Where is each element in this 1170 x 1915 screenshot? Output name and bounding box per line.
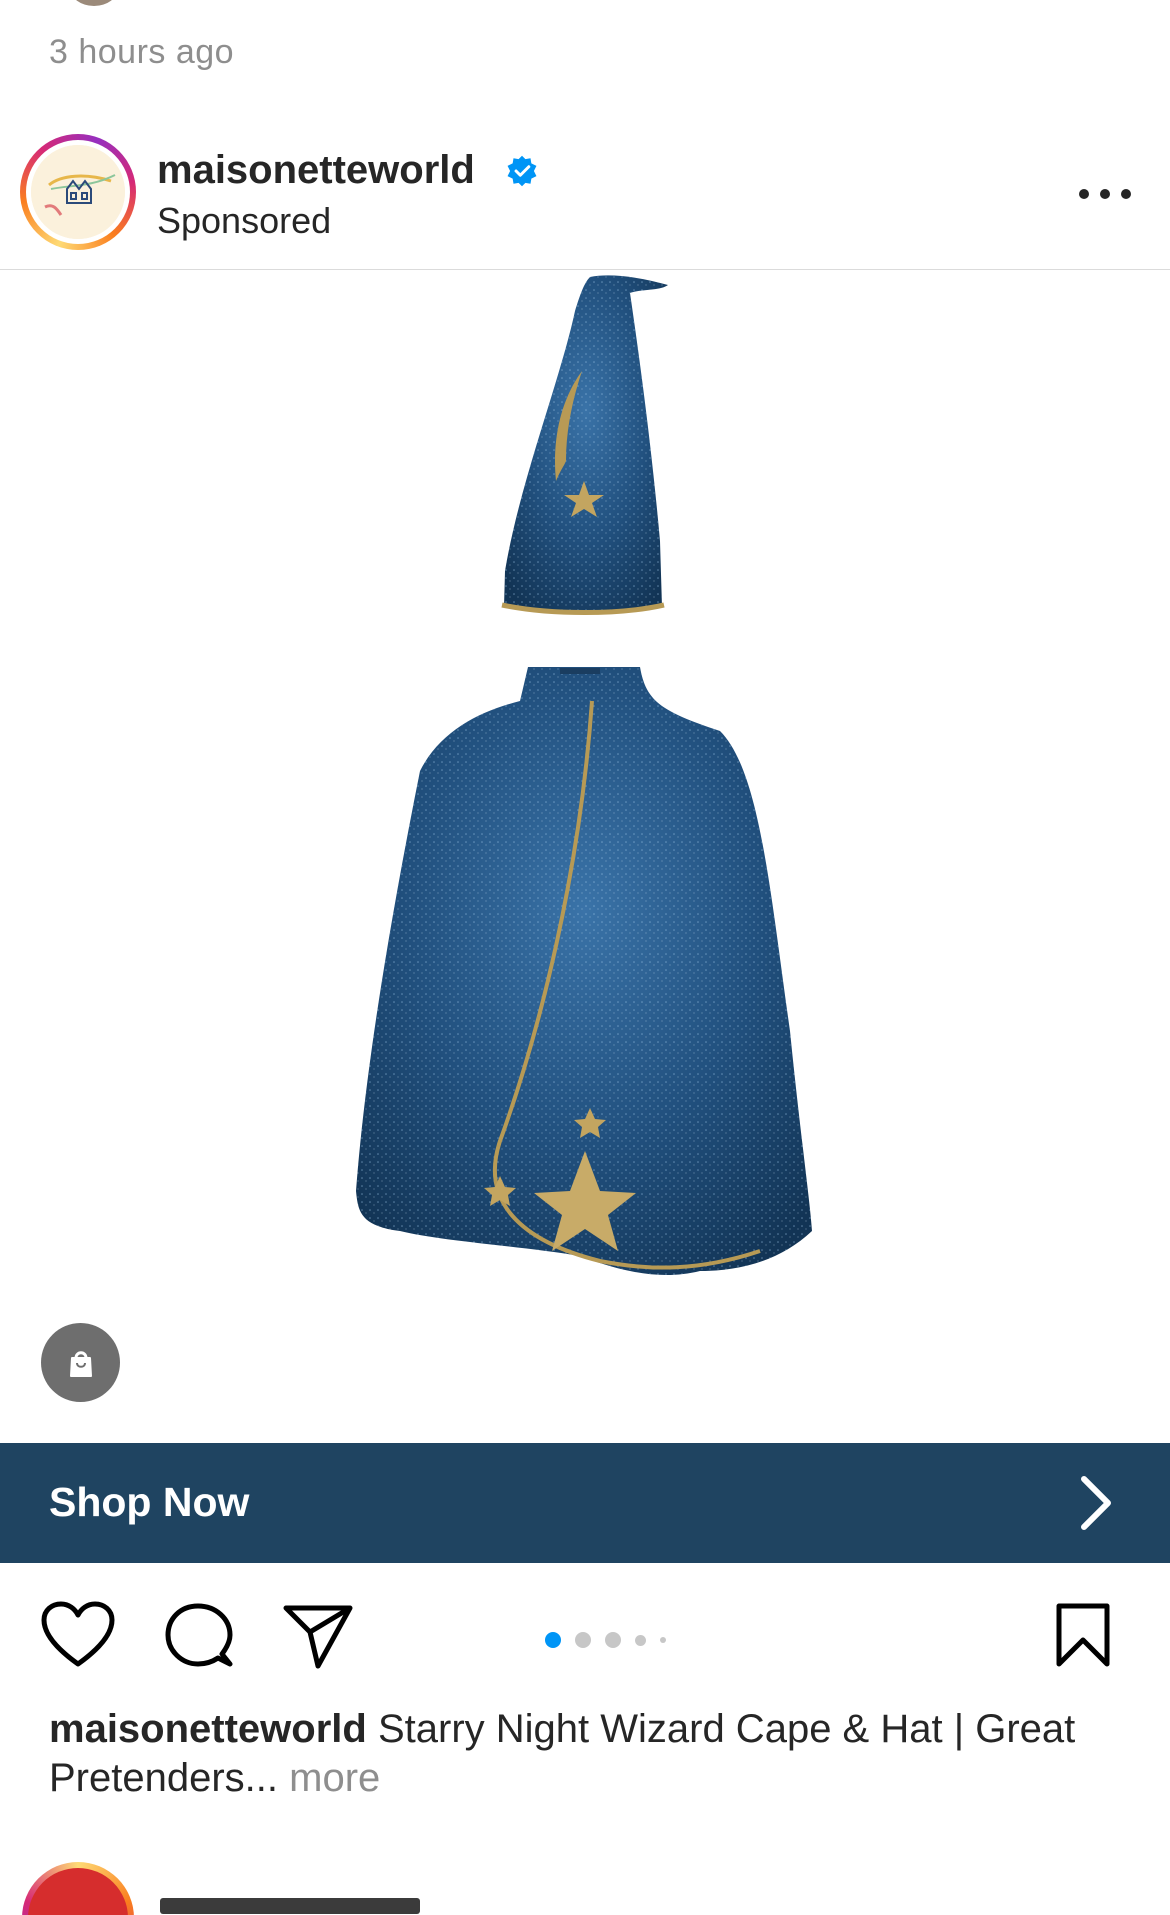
wizard-cape-and-hat-product-image <box>356 275 812 1276</box>
previous-post-timestamp: 3 hours ago <box>49 33 235 71</box>
more-options-icon <box>1079 189 1089 199</box>
post-header: maisonetteworld Sponsored <box>0 128 1170 270</box>
carousel-dot <box>575 1632 591 1648</box>
shop-now-label: Shop Now <box>49 1479 250 1525</box>
carousel-dot <box>660 1637 666 1643</box>
carousel-indicator <box>545 1630 666 1650</box>
heart-icon[interactable] <box>40 1600 116 1670</box>
next-post-username[interactable] <box>160 1898 420 1914</box>
previous-post-avatar[interactable] <box>70 0 118 6</box>
bookmark-icon[interactable] <box>1054 1602 1112 1668</box>
shopping-bag-button[interactable] <box>41 1323 120 1402</box>
shop-now-button[interactable]: Shop Now <box>0 1443 1170 1563</box>
wizard-hat <box>501 275 668 615</box>
more-options-button[interactable] <box>1075 174 1135 214</box>
chevron-right-icon <box>1081 1476 1111 1530</box>
comment-icon[interactable] <box>164 1602 234 1672</box>
shopping-bag-icon <box>69 1350 92 1377</box>
avatar[interactable] <box>20 134 136 250</box>
next-post-avatar[interactable] <box>22 1862 134 1915</box>
verified-badge-icon <box>507 155 537 187</box>
post-caption: maisonetteworld Starry Night Wizard Cape… <box>49 1705 1129 1803</box>
carousel-dot <box>635 1634 646 1646</box>
sponsored-label: Sponsored <box>157 200 332 241</box>
caption-username[interactable]: maisonetteworld <box>49 1707 367 1751</box>
post-actions-bar <box>0 1590 1170 1680</box>
caption-more-link[interactable]: more <box>278 1756 380 1800</box>
post-username[interactable]: maisonetteworld <box>157 148 475 193</box>
maisonette-logo-icon <box>31 145 125 239</box>
wizard-cape <box>356 667 812 1276</box>
paper-plane-icon[interactable] <box>282 1602 354 1670</box>
carousel-dot <box>605 1632 621 1648</box>
post-media[interactable] <box>0 271 1170 1443</box>
carousel-dot-active <box>545 1632 561 1648</box>
